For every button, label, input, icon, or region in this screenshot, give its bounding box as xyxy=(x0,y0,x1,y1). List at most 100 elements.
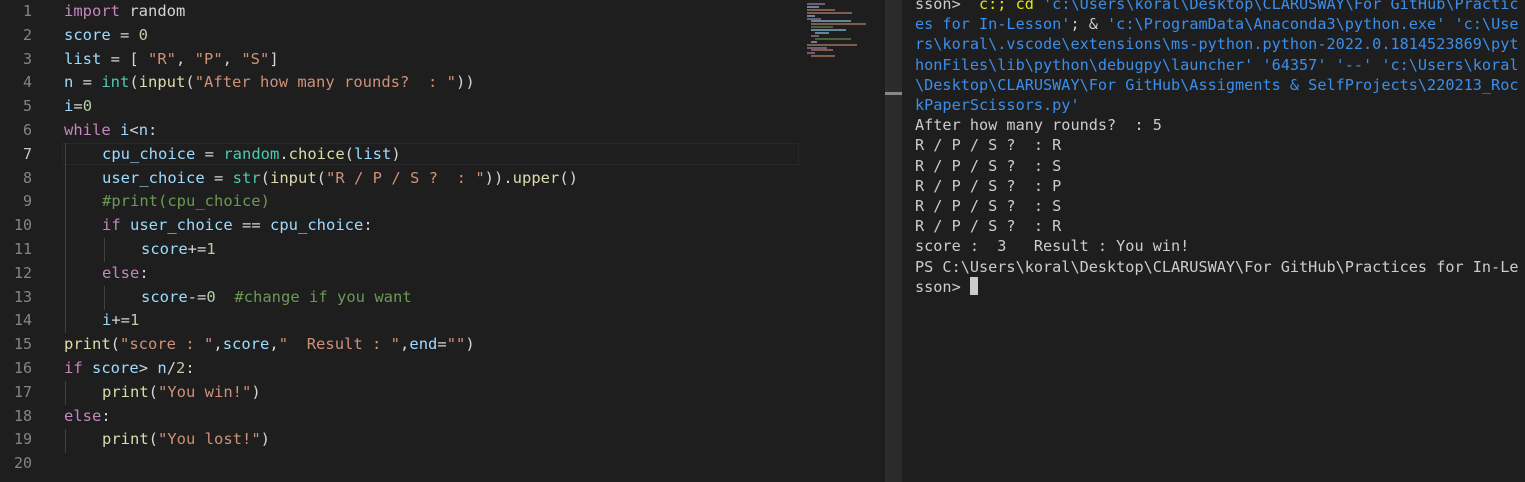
code-line-19[interactable]: print("You lost!") xyxy=(102,428,270,452)
token: . xyxy=(279,144,289,163)
token: 0 xyxy=(138,25,149,44)
code-line-13[interactable]: score-=0 #change if you want xyxy=(141,286,412,310)
token: score xyxy=(92,359,139,377)
token: cpu_choice xyxy=(270,216,364,235)
line-number: 8 xyxy=(22,168,32,187)
token: "You win!" xyxy=(158,382,252,401)
token: ) xyxy=(391,144,401,163)
indent-guide xyxy=(65,381,66,405)
minimap-line xyxy=(807,11,852,14)
token: #print(cpu_choice) xyxy=(102,192,270,211)
indent-guide xyxy=(104,286,105,310)
token: : xyxy=(101,406,111,425)
token: ) xyxy=(260,430,271,449)
code-line-17[interactable]: print("You win!") xyxy=(102,381,261,405)
token: "You lost!" xyxy=(158,430,261,449)
code-line-5[interactable]: i=0 xyxy=(64,95,92,119)
token: += xyxy=(111,311,131,330)
code-line-4[interactable]: n = int(input("After how many rounds? : … xyxy=(64,71,475,95)
token: ( xyxy=(260,168,270,187)
token: )). xyxy=(484,168,513,187)
token: n xyxy=(157,359,167,377)
minimap-line xyxy=(811,26,833,29)
token: () xyxy=(559,168,578,187)
minimap-line xyxy=(811,34,819,37)
line-number: 20 xyxy=(13,454,32,473)
token: , xyxy=(222,49,242,68)
token: = xyxy=(437,335,447,354)
token: ( xyxy=(148,430,159,449)
code-line-11[interactable]: score+=1 xyxy=(141,238,216,262)
code-line-10[interactable]: if user_choice == cpu_choice: xyxy=(102,214,373,238)
token: ) xyxy=(251,382,261,401)
token: == xyxy=(232,216,270,235)
terminal-prompt-line[interactable]: sson> xyxy=(915,276,978,297)
line-number: 19 xyxy=(13,430,32,449)
token: if xyxy=(64,359,83,377)
code-line-6[interactable]: while i<n: xyxy=(64,119,157,143)
terminal-line: es for In-Lesson'; & 'c:\ProgramData\Ana… xyxy=(915,14,1519,34)
token: str xyxy=(232,168,261,187)
code-line-8[interactable]: user_choice = str(input("R / P / S ? : "… xyxy=(102,167,578,191)
token: i xyxy=(102,311,112,330)
token: -= xyxy=(187,287,207,306)
line-number: 1 xyxy=(22,2,32,20)
token: print xyxy=(64,335,111,354)
token: n xyxy=(138,121,149,139)
minimap-line xyxy=(807,52,815,55)
code-line-14[interactable]: i+=1 xyxy=(102,309,139,333)
scrollbar-thumb[interactable] xyxy=(885,92,902,95)
line-number: 4 xyxy=(22,73,32,92)
code-line-1[interactable]: import random xyxy=(64,0,185,24)
code-line-12[interactable]: else: xyxy=(102,262,149,286)
token: = [ xyxy=(101,49,148,68)
line-number: 5 xyxy=(22,97,32,116)
terminal-line: R / P / S ? : P xyxy=(915,176,1062,195)
token: 1 xyxy=(130,311,140,330)
terminal-line: R / P / S ? : S xyxy=(915,197,1062,215)
line-number: 13 xyxy=(13,287,32,306)
terminal-line: kPaperScissors.py' xyxy=(915,96,1080,114)
terminal-line: R / P / S ? : S xyxy=(915,156,1062,175)
token: if xyxy=(102,216,121,235)
terminal-panel[interactable]: sson> c:; cd 'c:\Users\koral\Desktop\CLA… xyxy=(902,0,1525,482)
terminal-line: honFiles\lib\python\debugpy\launcher' '6… xyxy=(915,55,1519,74)
token: > xyxy=(138,359,158,377)
token: , xyxy=(213,335,223,354)
code-line-3[interactable]: list = [ "R", "P", "S"] xyxy=(64,48,279,72)
panel-separator[interactable] xyxy=(888,0,902,482)
code-line-2[interactable]: score = 0 xyxy=(64,24,148,48)
token: "" xyxy=(446,335,466,354)
terminal-text: ; & xyxy=(1070,15,1108,34)
token: int xyxy=(101,73,130,92)
minimap-line xyxy=(811,20,851,23)
terminal-line: R / P / S ? : R xyxy=(915,217,1062,236)
token: "P" xyxy=(194,49,223,68)
code-line-15[interactable]: print("score : ",score," Result : ",end=… xyxy=(64,333,475,357)
line-number: 11 xyxy=(13,240,32,258)
code-line-16[interactable]: if score> n/2: xyxy=(64,357,195,381)
code-line-7[interactable]: cpu_choice = random.choice(list) xyxy=(102,143,401,167)
minimap-line xyxy=(807,14,815,17)
token: i xyxy=(64,97,74,116)
line-number: 3 xyxy=(22,49,32,68)
minimap[interactable] xyxy=(805,0,883,60)
token: ] xyxy=(269,49,279,68)
minimap-line xyxy=(811,29,846,32)
minimap-line xyxy=(807,3,825,5)
code-line-18[interactable]: else: xyxy=(64,405,111,429)
code-editor[interactable]: 1 2 3 4 5 6 7 8 9 10 11 12 13 14 15 16 17 18 19 20 import r… xyxy=(0,0,888,482)
token: = xyxy=(195,144,224,163)
token: : xyxy=(148,121,158,139)
terminal-text: sson> xyxy=(915,0,970,13)
code-line-9[interactable]: #print(cpu_choice) xyxy=(102,190,270,214)
indent-guide xyxy=(65,143,66,333)
minimap-line xyxy=(811,55,835,58)
token: " Result : " xyxy=(278,335,401,354)
token: ) xyxy=(465,335,475,354)
indent-guide xyxy=(104,238,105,262)
minimap-line xyxy=(807,43,857,46)
token: += xyxy=(187,240,207,258)
token: input xyxy=(138,73,186,92)
